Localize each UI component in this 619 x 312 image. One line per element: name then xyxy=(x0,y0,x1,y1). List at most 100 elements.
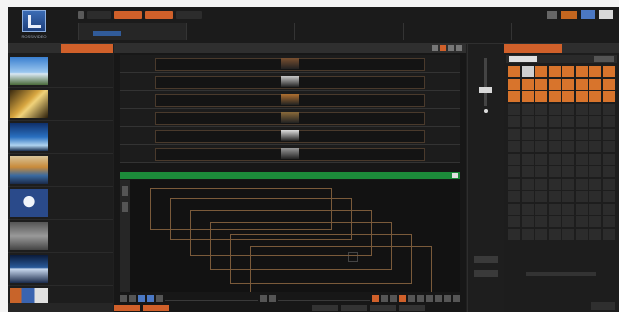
cue-grid-scrollbar[interactable] xyxy=(526,272,596,276)
cue-cell[interactable] xyxy=(602,141,615,152)
cue-cell[interactable] xyxy=(562,216,574,227)
cue-cell[interactable] xyxy=(602,216,615,227)
layer-row[interactable] xyxy=(120,55,460,73)
cue-cell[interactable] xyxy=(562,78,574,90)
media-thumbnail[interactable] xyxy=(10,156,48,184)
cue-cell[interactable] xyxy=(508,103,520,115)
mode-button-1[interactable] xyxy=(87,11,111,19)
cue-cell[interactable] xyxy=(535,153,547,165)
cue-cell[interactable] xyxy=(562,166,574,177)
footer-button-3[interactable] xyxy=(312,305,338,311)
cue-cell[interactable] xyxy=(562,91,574,102)
cue-cell[interactable] xyxy=(562,178,574,190)
media-item[interactable] xyxy=(8,253,113,286)
cue-cell[interactable] xyxy=(602,153,615,165)
tool-icon[interactable] xyxy=(453,295,460,302)
cue-cell[interactable] xyxy=(575,91,588,102)
tool-icon[interactable] xyxy=(399,295,406,302)
cue-cell[interactable] xyxy=(575,228,588,240)
record-icon[interactable] xyxy=(440,45,446,51)
cue-cell[interactable] xyxy=(602,191,615,202)
cue-cell[interactable] xyxy=(602,91,615,102)
cue-cell[interactable] xyxy=(602,203,615,215)
media-thumbnail[interactable] xyxy=(10,90,48,118)
cue-cell[interactable] xyxy=(508,141,520,152)
cue-cell[interactable] xyxy=(508,66,520,77)
tool-icon[interactable] xyxy=(381,295,388,302)
preset-slot-5[interactable] xyxy=(510,23,619,40)
cue-cell[interactable] xyxy=(535,228,547,240)
cue-cell[interactable] xyxy=(602,178,615,190)
cue-cell[interactable] xyxy=(548,228,561,240)
cue-cell[interactable] xyxy=(535,141,547,152)
cue-cell[interactable] xyxy=(575,153,588,165)
cue-cell[interactable] xyxy=(535,191,547,202)
cue-cell[interactable] xyxy=(535,216,547,227)
cue-cell[interactable] xyxy=(548,191,561,202)
cue-cell[interactable] xyxy=(548,203,561,215)
cue-cell[interactable] xyxy=(589,153,601,165)
cue-cell[interactable] xyxy=(602,116,615,127)
tab-cues[interactable] xyxy=(504,44,562,53)
cue-cell[interactable] xyxy=(535,91,547,102)
cue-cell[interactable] xyxy=(521,166,534,177)
mode-dot-icon[interactable] xyxy=(78,11,84,19)
side-tool-icon[interactable] xyxy=(122,202,128,212)
cue-grid-footer-button[interactable] xyxy=(591,302,615,310)
lock-icon[interactable] xyxy=(432,45,438,51)
cue-cell[interactable] xyxy=(548,116,561,127)
cue-cell[interactable] xyxy=(575,78,588,90)
cue-cell[interactable] xyxy=(562,141,574,152)
media-thumbnail[interactable] xyxy=(10,255,48,283)
tool-icon[interactable] xyxy=(156,295,163,302)
settings-button[interactable] xyxy=(581,10,595,19)
media-item[interactable] xyxy=(8,121,113,154)
cue-cell[interactable] xyxy=(589,103,601,115)
cue-cell[interactable] xyxy=(562,128,574,140)
cue-cell[interactable] xyxy=(589,166,601,177)
side-tool-icon[interactable] xyxy=(122,186,128,196)
cue-cell[interactable] xyxy=(548,178,561,190)
tool-icon[interactable] xyxy=(390,295,397,302)
footer-button-6[interactable] xyxy=(399,305,425,311)
cue-cell[interactable] xyxy=(548,128,561,140)
mode-button-3[interactable] xyxy=(145,11,173,19)
cue-cell[interactable] xyxy=(521,116,534,127)
cue-cell[interactable] xyxy=(521,103,534,115)
cue-cell[interactable] xyxy=(602,128,615,140)
cue-cell[interactable] xyxy=(508,166,520,177)
cue-cell[interactable] xyxy=(508,116,520,127)
cue-cell[interactable] xyxy=(589,191,601,202)
media-thumbnail[interactable] xyxy=(10,123,48,151)
cue-cell[interactable] xyxy=(508,216,520,227)
cue-cell[interactable] xyxy=(602,66,615,77)
footer-button-5[interactable] xyxy=(370,305,396,311)
tool-icon[interactable] xyxy=(417,295,424,302)
footer-button-1[interactable] xyxy=(114,305,140,311)
cue-cell[interactable] xyxy=(589,228,601,240)
tool-icon[interactable] xyxy=(129,295,136,302)
cue-cell[interactable] xyxy=(548,141,561,152)
media-thumbnail[interactable] xyxy=(10,57,48,85)
media-thumbnail[interactable] xyxy=(10,222,48,250)
cue-cell[interactable] xyxy=(521,78,534,90)
grid-icon[interactable] xyxy=(448,45,454,51)
audio-button-1[interactable] xyxy=(474,256,498,263)
tool-icon[interactable] xyxy=(444,295,451,302)
cue-cell[interactable] xyxy=(535,128,547,140)
cue-cell[interactable] xyxy=(562,153,574,165)
preset-slot-4[interactable] xyxy=(402,23,511,40)
cue-filter-field[interactable] xyxy=(509,56,537,62)
cue-cell[interactable] xyxy=(602,78,615,90)
footer-button-2[interactable] xyxy=(143,305,169,311)
composition-canvas[interactable] xyxy=(120,180,460,292)
tool-icon[interactable] xyxy=(120,295,127,302)
cue-cell[interactable] xyxy=(521,91,534,102)
cue-cell[interactable] xyxy=(589,116,601,127)
layer-row[interactable] xyxy=(120,73,460,91)
media-item[interactable] xyxy=(8,220,113,253)
layer-row[interactable] xyxy=(120,91,460,109)
cue-cell[interactable] xyxy=(548,78,561,90)
cue-cell[interactable] xyxy=(575,141,588,152)
cue-cell[interactable] xyxy=(535,66,547,77)
